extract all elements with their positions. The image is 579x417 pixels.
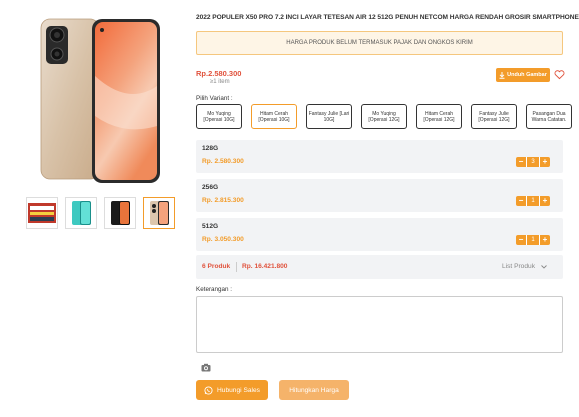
storage-name: 256G xyxy=(202,184,219,191)
storage-row-128g: 128G Rp. 2.580.300 − 3 + xyxy=(196,140,563,173)
thumbnail-teal-phone[interactable] xyxy=(65,197,97,229)
download-label: Unduh Gambar xyxy=(507,72,547,78)
product-title: 2022 POPULER X50 PRO 7.2 INCI LAYAR TETE… xyxy=(196,14,579,21)
summary-divider xyxy=(236,262,237,272)
variant-option[interactable]: Pasangan Dua Warna Catatan. xyxy=(526,104,572,129)
variant-option[interactable]: Fantasy Julie [Lari 10G] xyxy=(306,104,352,129)
notes-textarea[interactable] xyxy=(196,296,563,353)
list-product-label: List Produk xyxy=(502,263,535,270)
quantity-value[interactable]: 1 xyxy=(526,196,540,206)
whatsapp-icon xyxy=(204,385,213,395)
thumbnail-black-phone[interactable] xyxy=(104,197,136,229)
storage-name: 512G xyxy=(202,223,219,230)
variant-section-label: Pilih Variant : xyxy=(196,95,233,102)
camera-icon[interactable] xyxy=(201,363,211,372)
variant-options: Mo Yuqing [Operasi 10G] Hitam Cerah [Ope… xyxy=(196,104,572,129)
variant-option-selected[interactable]: Hitam Cerah [Operasi 10G] xyxy=(251,104,297,129)
order-summary-bar: 6 Produk Rp. 16.421.800 List Produk xyxy=(196,255,563,279)
increment-button[interactable]: + xyxy=(540,235,550,245)
tax-notice-banner: HARGA PRODUK BELUM TERMASUK PAJAK DAN ON… xyxy=(196,31,563,55)
product-price: Rp.2.580.300 xyxy=(196,69,242,78)
product-main-image xyxy=(38,16,162,186)
storage-row-512g: 512G Rp. 3.050.300 − 1 + xyxy=(196,218,563,251)
increment-button[interactable]: + xyxy=(540,196,550,206)
heart-icon[interactable] xyxy=(554,69,565,80)
storage-price: Rp. 3.050.300 xyxy=(202,236,244,243)
calculate-price-button[interactable]: Hitungkan Harga xyxy=(279,380,349,400)
storage-name: 128G xyxy=(202,145,219,152)
min-order-label: ≥1 item xyxy=(210,79,230,85)
variant-option[interactable]: Mo Yuqing [Operasi 10G] xyxy=(196,104,242,129)
storage-price: Rp. 2.815.300 xyxy=(202,197,244,204)
variant-option[interactable]: Mo Yuqing [Operasi 12G] xyxy=(361,104,407,129)
chevron-down-icon xyxy=(541,264,547,269)
thumbnail-gold-phone[interactable] xyxy=(143,197,175,229)
decrement-button[interactable]: − xyxy=(516,157,526,167)
quantity-value[interactable]: 1 xyxy=(526,235,540,245)
quantity-value[interactable]: 3 xyxy=(526,157,540,167)
quantity-stepper: − 3 + xyxy=(516,157,550,167)
download-image-button[interactable]: Unduh Gambar xyxy=(496,68,550,82)
decrement-button[interactable]: − xyxy=(516,196,526,206)
contact-sales-label: Hubungi Sales xyxy=(217,386,260,394)
thumbnail-strip xyxy=(26,197,175,229)
product-count: 6 Produk xyxy=(202,263,231,270)
thumbnail-banner[interactable] xyxy=(26,197,58,229)
increment-button[interactable]: + xyxy=(540,157,550,167)
storage-price: Rp. 2.580.300 xyxy=(202,158,244,165)
quantity-stepper: − 1 + xyxy=(516,196,550,206)
total-price: Rp. 16.421.800 xyxy=(242,263,288,270)
download-icon xyxy=(499,71,505,79)
contact-sales-button[interactable]: Hubungi Sales xyxy=(196,380,268,400)
storage-row-256g: 256G Rp. 2.815.300 − 1 + xyxy=(196,179,563,212)
notes-label: Keterangan : xyxy=(196,286,233,293)
variant-option[interactable]: Fantasy Julie [Operasi 12G] xyxy=(471,104,517,129)
variant-option[interactable]: Hitam Cerah [Operasi 12G] xyxy=(416,104,462,129)
quantity-stepper: − 1 + xyxy=(516,235,550,245)
list-product-toggle[interactable]: List Produk xyxy=(502,263,547,270)
decrement-button[interactable]: − xyxy=(516,235,526,245)
